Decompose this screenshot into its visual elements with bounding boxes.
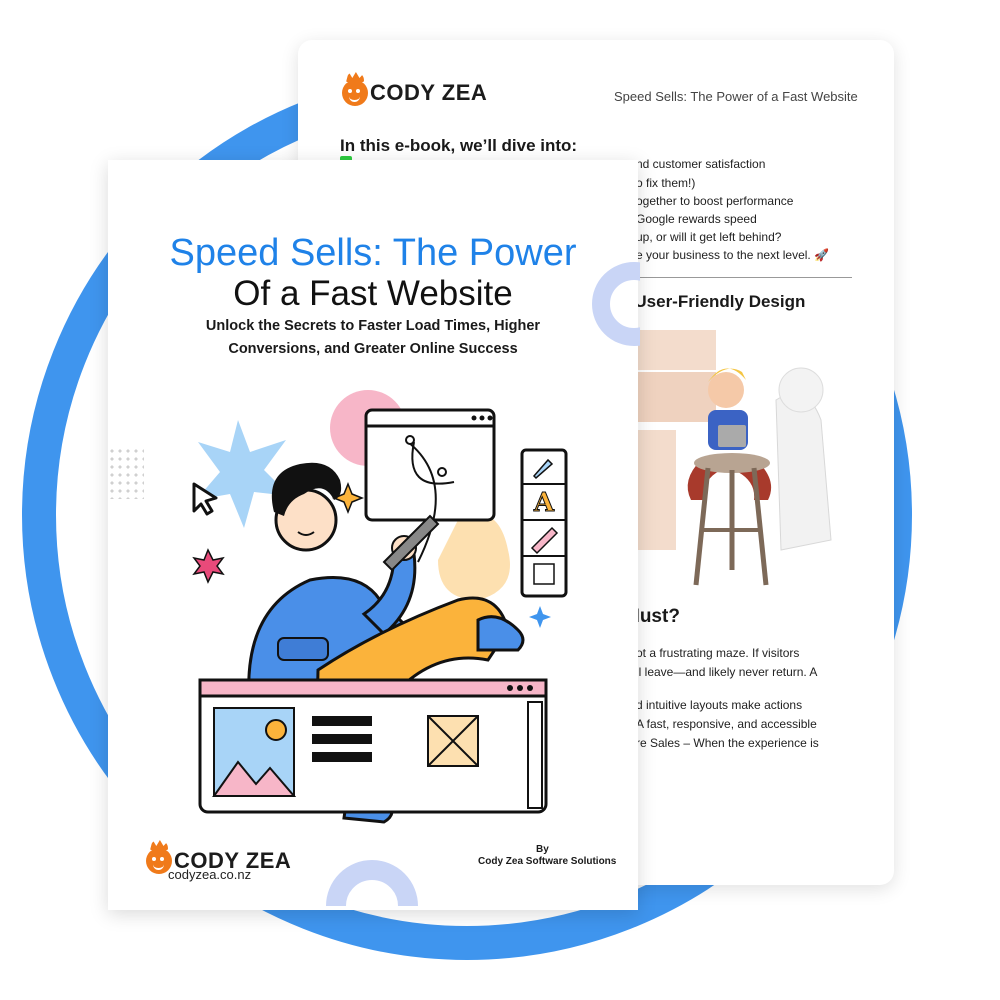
logo-face-icon [342, 72, 368, 106]
website-url: codyzea.co.nz [168, 867, 252, 882]
paragraph-line: d intuitive layouts make actions [636, 698, 803, 712]
bullet-line: o fix them!) [636, 176, 696, 190]
divider [634, 277, 852, 278]
back-page-logo: CODY ZEA [342, 72, 488, 106]
paragraph-line: ot a frustrating maze. If visitors [636, 646, 800, 660]
cover-title-line2: Of a Fast Website [233, 274, 513, 313]
section-heading: f User-Friendly Design [624, 292, 806, 311]
bullet-line: e your business to the next level. 🚀 [636, 248, 830, 262]
cover-subtitle-line1: Unlock the Secrets to Faster Load Times,… [205, 318, 541, 334]
company-name: Cody Zea Software Solutions [478, 856, 617, 867]
cover-illustration: A [192, 390, 568, 824]
bullet-line: nd customer satisfaction [636, 157, 766, 171]
cover-subtitle-line2: Conversions, and Greater Online Success [228, 341, 518, 357]
paragraph-line: A fast, responsive, and accessible [636, 717, 817, 731]
by-label: By [536, 844, 549, 855]
paragraph-line: ll leave—and likely never return. A [636, 665, 818, 679]
bullet-line: Google rewards speed [636, 212, 757, 226]
bullet-line: ogether to boost performance [636, 194, 794, 208]
decorative-pattern [108, 447, 144, 499]
designer-illustration [636, 330, 832, 586]
ebook-cover: Speed Sells: The Power Of a Fast Website… [108, 160, 638, 910]
cover-title-line1: Speed Sells: The Power [169, 232, 577, 274]
header-title: Speed Sells: The Power of a Fast Website [614, 89, 858, 104]
intro-heading: In this e-book, we’ll dive into: [340, 136, 578, 155]
paragraph-line: re Sales – When the experience is [636, 736, 819, 750]
bullet-line: up, or will it get left behind? [636, 230, 782, 244]
text-tool-icon: A [533, 488, 555, 518]
brand-name: CODY ZEA [370, 80, 488, 105]
